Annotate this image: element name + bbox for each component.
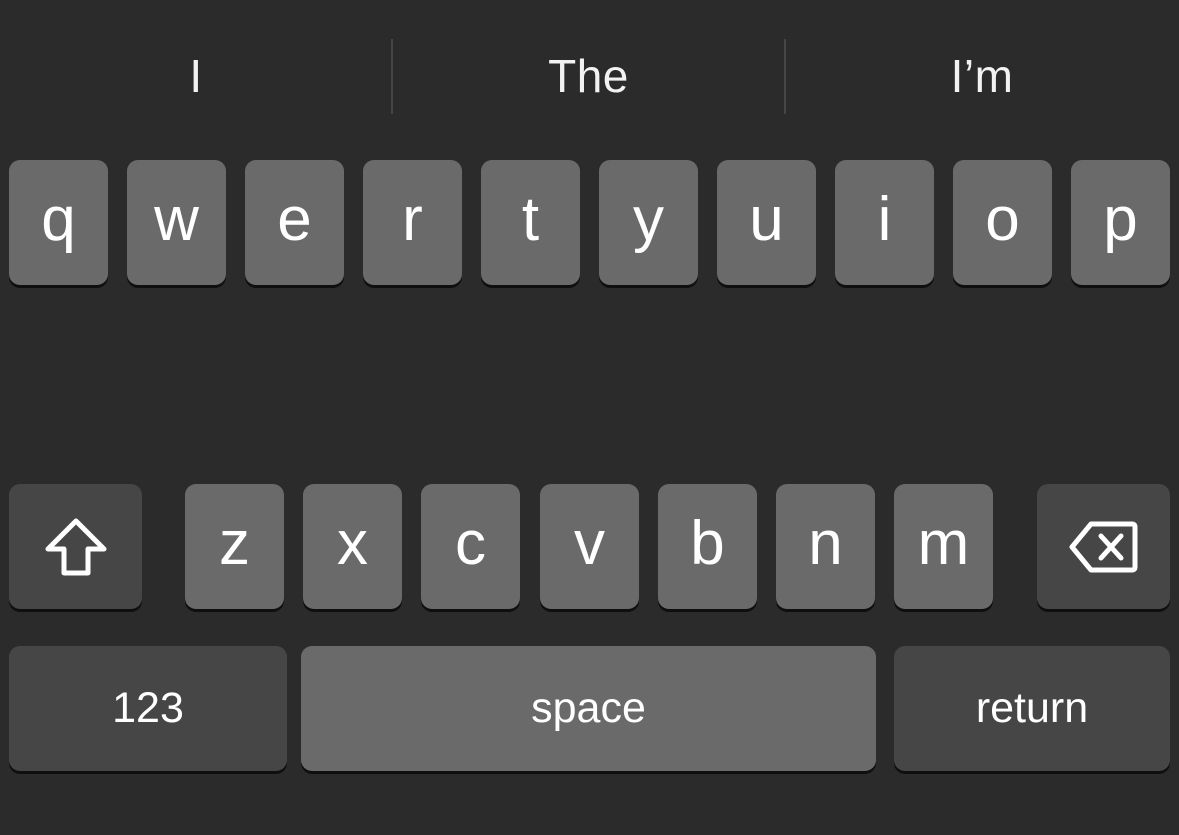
key-b[interactable]: b (658, 484, 757, 609)
suggestion-bar: I The I’m (0, 0, 1179, 150)
key-u[interactable]: u (717, 160, 816, 285)
return-key[interactable]: return (894, 646, 1170, 771)
suggestion-2[interactable]: The (392, 38, 785, 114)
key-y[interactable]: y (599, 160, 698, 285)
space-key[interactable]: space (301, 646, 876, 771)
shift-icon (43, 517, 109, 577)
key-c[interactable]: c (421, 484, 520, 609)
key-n[interactable]: n (776, 484, 875, 609)
key-r[interactable]: r (363, 160, 462, 285)
delete-key[interactable] (1037, 484, 1170, 609)
key-w[interactable]: w (127, 160, 226, 285)
key-t[interactable]: t (481, 160, 580, 285)
shift-key[interactable] (9, 484, 142, 609)
key-z[interactable]: z (185, 484, 284, 609)
key-p[interactable]: p (1071, 160, 1170, 285)
suggestion-1[interactable]: I (0, 38, 392, 114)
key-o[interactable]: o (953, 160, 1052, 285)
key-v[interactable]: v (540, 484, 639, 609)
key-m[interactable]: m (894, 484, 993, 609)
suggestion-3[interactable]: I’m (785, 38, 1179, 114)
key-i[interactable]: i (835, 160, 934, 285)
numbers-key[interactable]: 123 (9, 646, 287, 771)
key-e[interactable]: e (245, 160, 344, 285)
key-x[interactable]: x (303, 484, 402, 609)
key-q[interactable]: q (9, 160, 108, 285)
delete-icon (1069, 519, 1139, 575)
